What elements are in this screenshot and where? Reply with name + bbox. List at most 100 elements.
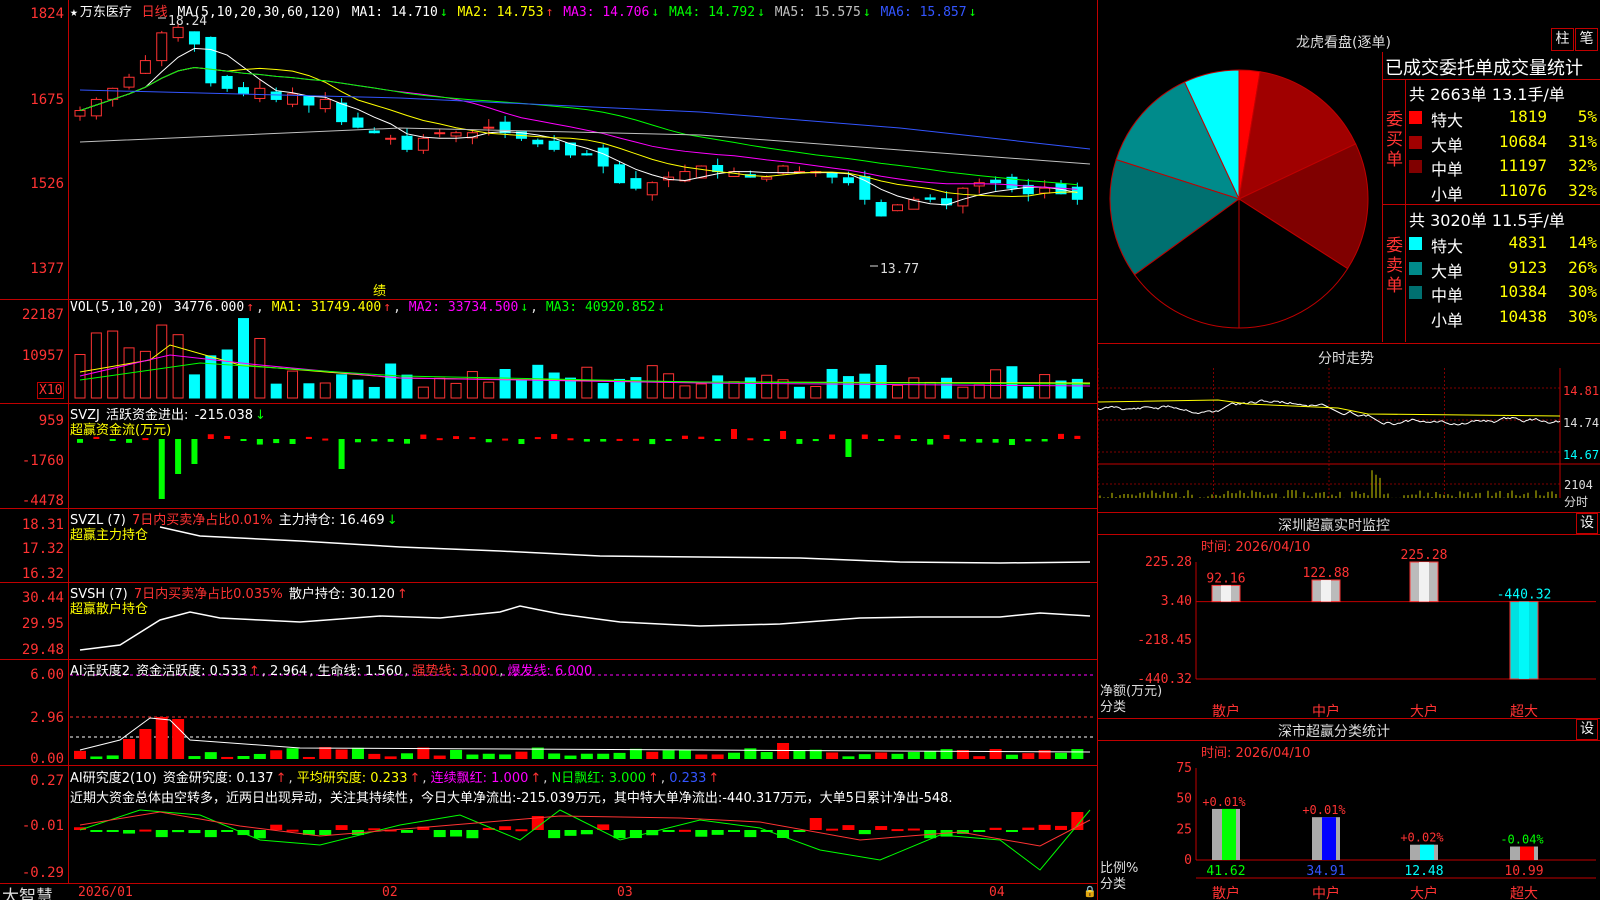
vol-bar [74, 354, 86, 399]
fund-flow-bar [1058, 433, 1064, 439]
ma-arrow: ↓ [757, 5, 765, 20]
vol-bar [139, 350, 151, 399]
activity-bar [858, 754, 871, 759]
vol-bar [515, 379, 527, 399]
research-bar [319, 830, 332, 836]
vol-ma-item: MA3: 40920.852 [545, 300, 656, 315]
research-bar [139, 829, 152, 832]
date-label: 2026/01 [78, 885, 133, 900]
svzj-arrow: ↓ [255, 408, 266, 423]
vol-ma-arrow: ↓ [657, 300, 666, 315]
vol-bar [107, 330, 119, 399]
fund-flow-bar [632, 438, 639, 441]
fund-flow-bar [485, 439, 492, 443]
research-bar [580, 830, 593, 835]
research-bar [711, 830, 724, 835]
activity-bar [695, 754, 708, 759]
vol-bar [205, 355, 217, 399]
candle-body [303, 95, 315, 106]
fund-flow-bar [1008, 439, 1015, 445]
bar-mode-button[interactable]: 柱 [1551, 28, 1574, 51]
activity-bar [90, 756, 103, 759]
favorite-star-icon[interactable]: ★ [70, 5, 78, 20]
fund-flow-bar [224, 435, 231, 439]
classify-settings-button[interactable]: 设 [1576, 719, 1598, 740]
ma-legend-item: MA6: 15.857 [880, 5, 967, 20]
vol-bar [221, 349, 233, 399]
research-bar [499, 826, 512, 830]
activity-bar [1022, 753, 1035, 759]
main-chart-canvas[interactable] [0, 0, 1098, 884]
ai-research-ndays: N日飘红: 3.000 [551, 771, 647, 786]
intraday-panel[interactable]: 分时走势 14.81 14.74 14.67 2104 分时 [1098, 344, 1600, 512]
ai-research-value: 资金研究度: 0.137 [162, 771, 274, 786]
lock-icon[interactable]: 🔒 [1083, 885, 1097, 898]
fund-flow-bar [1025, 439, 1032, 442]
candle-body [450, 132, 462, 137]
activity-bar [188, 756, 201, 759]
stat-label: 大单 [1431, 135, 1464, 155]
fund-flow-bar [845, 439, 852, 457]
stat-label: 中单 [1431, 160, 1464, 179]
vol-bar [957, 386, 969, 399]
activity-bar [335, 749, 348, 759]
ai-burst-line: 爆发线: 6.000 [507, 664, 593, 679]
candle-body [761, 176, 773, 180]
stat-color-swatch [1409, 160, 1422, 173]
monitor-panel: 深圳超赢实时监控 设 时间: 2026/04/10 225.28 3.40 -218… [1098, 512, 1600, 718]
vol-bar [352, 379, 364, 399]
vol-bar [368, 386, 380, 399]
vol-bar [1039, 374, 1051, 399]
date-label: 02 [382, 885, 398, 900]
sell-header: 共 3020单 11.5手/单 [1409, 211, 1565, 230]
svzl-position: 主力持仓: 16.469 [278, 513, 385, 528]
fund-flow-bar [126, 439, 133, 443]
candle-body [205, 36, 217, 84]
research-bar [875, 826, 888, 830]
stat-count: 10684 [1498, 131, 1547, 151]
intraday-ytick: 14.81 [1563, 384, 1600, 398]
earnings-marker[interactable]: 绩 [373, 280, 386, 299]
fund-flow-bar [142, 438, 149, 441]
fund-flow-bar [436, 438, 443, 441]
svsh-ratio: 7日内买卖净占比0.035% [133, 587, 283, 602]
fund-flow-bar [681, 435, 688, 439]
stat-row: 中单 10384 30% [1409, 281, 1599, 306]
candle-body [139, 60, 151, 74]
activity-bar [760, 752, 773, 759]
ma-legend-item: MA2: 14.753 [457, 5, 544, 20]
research-bar [433, 830, 446, 838]
chart-area[interactable]: 1824 1675 1526 1377 22187 10957 X10 959 … [0, 0, 1098, 900]
candle-body [630, 178, 642, 189]
research-bar [335, 825, 348, 830]
fund-flow-bar [502, 438, 509, 441]
classify-value-label: 41.62 [1206, 864, 1245, 879]
tick-mode-button[interactable]: 笔 [1575, 28, 1598, 51]
stat-count: 10384 [1498, 282, 1547, 301]
vol-bar [188, 374, 200, 399]
stat-count: 11076 [1498, 180, 1547, 200]
research-bar [237, 830, 250, 836]
fund-flow-bar [861, 434, 868, 439]
ai-active-legend: AI活跃度2 资金活跃度: 0.533 ↑, 2.964, 生命线: 1.560,… [70, 664, 593, 679]
date-label: 04 [989, 885, 1005, 900]
intraday-chart[interactable] [1098, 368, 1600, 512]
ai-research-streak: 连续飘红: 1.000 [430, 771, 529, 786]
candle-body [188, 31, 200, 45]
activity-bar [466, 754, 479, 759]
stat-label: 特大 [1431, 111, 1464, 130]
ma-arrow: ↓ [862, 5, 871, 20]
monitor-bar-highlight [1221, 585, 1231, 602]
fund-flow-bar [796, 439, 803, 444]
period-label[interactable]: 日线 [142, 5, 168, 20]
svsh-sub: 超赢散户持仓 [70, 602, 149, 617]
monitor-settings-button[interactable]: 设 [1576, 513, 1598, 534]
fund-flow-bar [927, 439, 934, 445]
classify-ytick: 75 [1176, 761, 1192, 776]
research-bar [858, 830, 871, 835]
svzj-sub: 超赢资金流(万元) [70, 423, 172, 438]
activity-bar [875, 752, 888, 759]
intraday-vol-unit: 分时 [1564, 495, 1589, 509]
activity-bar [1005, 754, 1018, 759]
classify-panel: 深市超赢分类统计 设 时间: 2026/04/10 75 50 25 0 +0.01% 4… [1098, 718, 1600, 900]
